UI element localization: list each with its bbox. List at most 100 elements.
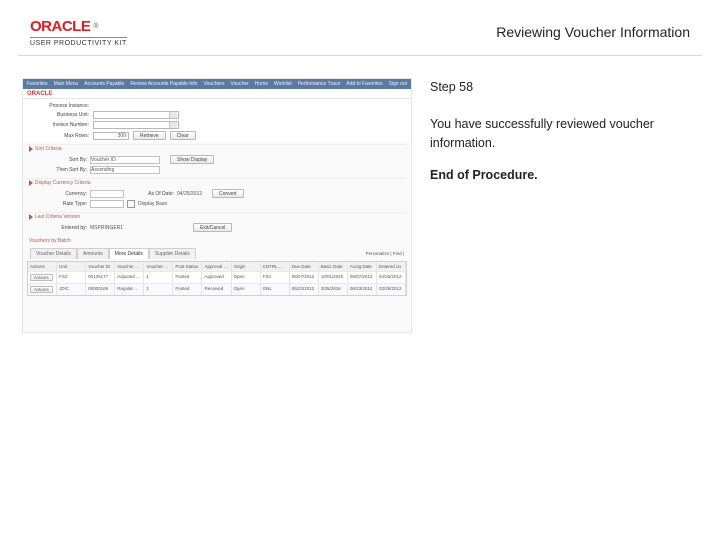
nav-item: Review Accounts Payable Info	[130, 81, 197, 87]
entered-by-value: MSPRINGER1	[90, 225, 123, 231]
col-header: CNTRL GRP	[261, 262, 290, 271]
voucher-grid: Actions Unit Voucher ID Voucher Style Vo…	[27, 261, 407, 296]
col-header: Voucher Style	[115, 262, 144, 271]
vouchers-title: Vouchers by Batch	[29, 238, 71, 244]
collapse-icon[interactable]	[29, 146, 33, 152]
step-message: You have successfully reviewed voucher i…	[430, 115, 690, 153]
invoice-number-select[interactable]	[93, 121, 179, 129]
rate-type-input[interactable]	[90, 200, 124, 208]
section-title: Display Currency Criteria	[35, 180, 91, 186]
nav-item: Voucher	[230, 81, 248, 87]
cell: 03/28/2012	[377, 284, 406, 295]
display-base-checkbox[interactable]	[127, 200, 135, 208]
cell: 06/23/2012	[290, 284, 319, 295]
nav-item: Worklist	[274, 81, 292, 87]
field-label: Process Instance:	[29, 103, 89, 109]
grid-find-links[interactable]: Personalize | Find |	[366, 251, 404, 256]
checkbox-label: Display Base	[138, 201, 167, 207]
logo-sub: USER PRODUCTIVITY KIT	[30, 37, 127, 47]
logo-block: ORACLE ® USER PRODUCTIVITY KIT	[30, 18, 127, 47]
col-header: Voucher ID	[86, 262, 115, 271]
field-label: Invoice Number:	[29, 122, 89, 128]
cell: 10/01/2040	[319, 272, 348, 283]
field-label: Then Sort By:	[31, 167, 87, 173]
logo-main: ORACLE	[30, 18, 90, 35]
logo-tm: ®	[93, 23, 98, 30]
screenshot-thumbnail: Favorites Main Menu Accounts Payable Rev…	[22, 78, 412, 333]
nav-item: Accounts Payable	[84, 81, 124, 87]
page-title: Reviewing Voucher Information	[496, 24, 690, 40]
cell: Received	[202, 284, 231, 295]
cell: 1	[144, 272, 173, 283]
clear-button[interactable]: Clear	[170, 131, 196, 140]
col-header: Unit	[57, 262, 86, 271]
col-header: Acctg Date	[348, 262, 377, 271]
cell: Adjusted Voucher	[115, 272, 144, 283]
col-header: Actions	[28, 262, 57, 271]
show-display-button[interactable]: Show Display	[170, 155, 214, 164]
then-sort-by-input[interactable]: Ascending	[90, 166, 160, 174]
app-logo: ORACLE	[27, 91, 52, 97]
business-unit-select[interactable]	[93, 111, 179, 119]
cell: 1	[144, 284, 173, 295]
instruction-panel: Step 58 You have successfully reviewed v…	[430, 78, 690, 333]
tab-amounts[interactable]: Amounts	[77, 248, 109, 259]
tab-voucher-details[interactable]: Voucher Details	[30, 248, 77, 259]
cell: 06/07/2012	[348, 272, 377, 283]
cell: Posted	[173, 272, 202, 283]
col-header: Approval Status	[202, 262, 231, 271]
cell: 06/07/2012	[290, 272, 319, 283]
cell: 3/25/2016	[319, 284, 348, 295]
tab-more-details[interactable]: More Details	[109, 248, 149, 259]
convert-button[interactable]: Convert	[212, 189, 244, 198]
cell: 00139177	[86, 272, 115, 283]
table-row: Actions FSC 00139177 Adjusted Voucher 1 …	[28, 271, 406, 283]
table-row: Actions JDIC 00000169 Regular Voucher 1 …	[28, 283, 406, 295]
field-label: Rate Type:	[31, 201, 87, 207]
cell: ONL	[261, 284, 290, 295]
col-header: Voucher Lines	[144, 262, 173, 271]
as-of-date-value: 04/25/2012	[177, 191, 202, 197]
section-title: Sort Criteria	[35, 146, 62, 152]
collapse-icon[interactable]	[29, 214, 33, 220]
cell: FSC	[261, 272, 290, 283]
nav-bar: Favorites Main Menu Accounts Payable Rev…	[23, 79, 411, 89]
sort-by-input[interactable]: Voucher ID	[90, 156, 160, 164]
row-actions-button[interactable]: Actions	[30, 286, 53, 293]
exit-cancel-button[interactable]: Exit/Cancel	[193, 223, 232, 232]
col-header: Origin	[232, 262, 261, 271]
cell: Regular Voucher	[115, 284, 144, 295]
field-label: Currency:	[31, 191, 87, 197]
field-label: As Of Date:	[134, 191, 174, 197]
nav-item: Performance Trace	[298, 81, 341, 87]
cell: Posted	[173, 284, 202, 295]
currency-input[interactable]	[90, 190, 124, 198]
cell: 06/23/2012	[348, 284, 377, 295]
end-of-procedure: End of Procedure.	[430, 166, 690, 185]
cell: 00000169	[86, 284, 115, 295]
tab-supplier-details[interactable]: Supplier Details	[149, 248, 196, 259]
cell: Open	[232, 272, 261, 283]
col-header: Due Date	[290, 262, 319, 271]
nav-item: Home	[255, 81, 268, 87]
field-label: Business Unit:	[29, 112, 89, 118]
nav-item: Main Menu	[54, 81, 79, 87]
max-rows-input[interactable]: 300	[93, 132, 129, 140]
field-label: Max Rows:	[29, 133, 89, 139]
cell: Open	[232, 284, 261, 295]
cell: FSC	[57, 272, 86, 283]
field-label: Entered by:	[31, 225, 87, 231]
nav-item: Sign out	[389, 81, 407, 87]
col-header: Basic Date	[319, 262, 348, 271]
row-actions-button[interactable]: Actions	[30, 274, 53, 281]
cell: 04/25/2012	[377, 272, 406, 283]
nav-item: Favorites	[27, 81, 48, 87]
step-label: Step 58	[430, 78, 690, 97]
retrieve-button[interactable]: Retrieve	[133, 131, 166, 140]
section-title: Last Criteria Version	[35, 214, 80, 220]
cell: Approved	[202, 272, 231, 283]
nav-item: Add to Favorites	[346, 81, 382, 87]
collapse-icon[interactable]	[29, 180, 33, 186]
nav-item: Vouchers	[204, 81, 225, 87]
cell: JDIC	[57, 284, 86, 295]
